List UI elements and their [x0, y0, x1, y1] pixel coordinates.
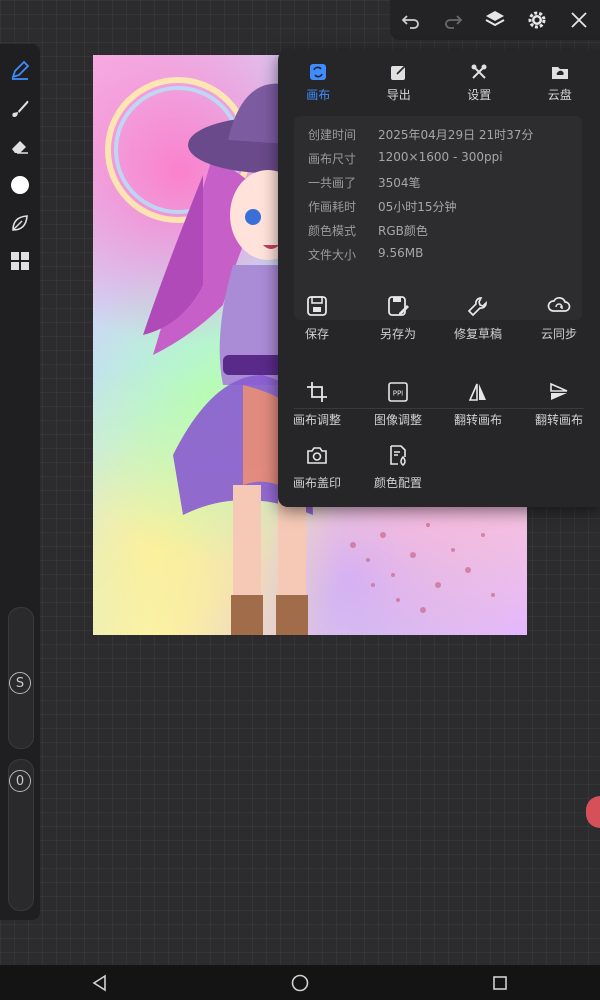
- info-key: 文件大小: [308, 248, 357, 262]
- tab-settings[interactable]: 设置: [444, 60, 514, 110]
- grid-blocks-icon: [11, 252, 29, 270]
- svg-text:PPI: PPI: [393, 390, 404, 398]
- left-toolbar: S 0: [0, 44, 40, 920]
- export-icon: [390, 64, 407, 80]
- action-label: 翻转画布: [534, 413, 583, 427]
- crop-icon: [307, 382, 327, 402]
- leaf-icon: [12, 215, 28, 231]
- tab-label: 画布: [306, 88, 331, 102]
- action-label: 保存: [304, 327, 329, 341]
- info-value: 05小时15分钟: [378, 200, 457, 214]
- save-button[interactable]: 保存: [277, 293, 357, 353]
- leaf-tool[interactable]: [6, 209, 34, 237]
- info-value: 2025年04月29日 21时37分: [378, 128, 534, 142]
- info-row-color-mode: 颜色模式 RGB颜色: [308, 222, 578, 242]
- save-as-button[interactable]: 另存为: [358, 293, 438, 353]
- info-row-time: 作画耗时 05小时15分钟: [308, 198, 578, 218]
- color-config-icon: [390, 445, 406, 466]
- flip-horizontal-icon: [468, 383, 486, 401]
- action-label: 图像调整: [373, 413, 422, 427]
- pen-tool[interactable]: [6, 56, 34, 84]
- canvas-info-box: 创建时间 2025年04月29日 21时37分 画布尺寸 1200×1600 -…: [294, 116, 582, 320]
- action-label: 修复草稿: [453, 327, 502, 341]
- action-label: 颜色配置: [373, 476, 422, 490]
- home-circle-icon: [291, 974, 309, 991]
- gear-icon: [528, 11, 546, 29]
- canvas-adjust-button[interactable]: 画布调整: [277, 379, 357, 439]
- flip-canvas-vertical-button[interactable]: 翻转画布: [519, 379, 599, 439]
- top-bar: [390, 0, 600, 40]
- materials-tool[interactable]: [6, 247, 34, 275]
- tab-export[interactable]: 导出: [364, 60, 434, 110]
- save-as-icon: [388, 296, 409, 316]
- redo-icon: [445, 15, 463, 29]
- info-row-created: 创建时间 2025年04月29日 21时37分: [308, 126, 578, 146]
- eraser-tool[interactable]: [6, 132, 34, 160]
- system-nav-bar: [0, 965, 600, 1000]
- cloud-sync-icon: [547, 297, 571, 312]
- info-row-strokes: 一共画了 3504笔: [308, 174, 578, 194]
- app-screen: S 0 画布 导出 设置 云盘 创建时间 2025年04月29日 21时37分 …: [0, 0, 600, 1000]
- canvas-icon: [310, 64, 327, 80]
- side-panel-handle[interactable]: [586, 796, 600, 828]
- eraser-icon: [12, 141, 28, 154]
- close-icon: [571, 12, 587, 28]
- tab-canvas[interactable]: 画布: [283, 60, 353, 110]
- smudge-tool[interactable]: [6, 94, 34, 122]
- tab-cloud-drive[interactable]: 云盘: [525, 60, 595, 110]
- camera-stamp-icon: [307, 447, 327, 464]
- info-key: 画布尺寸: [308, 152, 357, 166]
- info-row-size: 画布尺寸 1200×1600 - 300ppi: [308, 150, 578, 170]
- panel-tabs: 画布 导出 设置 云盘: [278, 60, 600, 110]
- info-key: 一共画了: [308, 176, 357, 190]
- info-key: 创建时间: [308, 128, 357, 142]
- tab-label: 设置: [467, 88, 492, 102]
- nav-back-button[interactable]: [85, 968, 115, 998]
- nav-home-button[interactable]: [285, 968, 315, 998]
- action-label: 翻转画布: [453, 413, 502, 427]
- flip-vertical-icon: [550, 382, 568, 400]
- info-key: 颜色模式: [308, 224, 357, 238]
- opacity-knob[interactable]: 0: [9, 770, 31, 792]
- repair-draft-button[interactable]: 修复草稿: [438, 293, 518, 353]
- undo-button[interactable]: [396, 5, 426, 35]
- redo-button[interactable]: [438, 5, 468, 35]
- undo-icon: [401, 15, 419, 29]
- info-key: 作画耗时: [308, 200, 357, 214]
- action-label: 云同步: [540, 327, 577, 341]
- cloud-sync-button[interactable]: 云同步: [519, 293, 599, 353]
- layers-icon: [485, 11, 505, 27]
- action-label: 画布盖印: [292, 476, 341, 490]
- back-triangle-icon: [92, 974, 106, 991]
- save-icon: [307, 296, 327, 316]
- color-config-button[interactable]: 颜色配置: [358, 442, 438, 502]
- info-value: 3504笔: [378, 176, 421, 190]
- action-label: 另存为: [379, 327, 416, 341]
- recents-square-icon: [493, 975, 507, 990]
- smudge-brush-icon: [12, 100, 29, 117]
- flip-canvas-horizontal-button[interactable]: 翻转画布: [438, 379, 518, 439]
- tab-label: 云盘: [547, 88, 572, 102]
- color-picker-tool[interactable]: [6, 171, 34, 199]
- cloud-folder-icon: [551, 67, 568, 79]
- image-adjust-button[interactable]: PPI 图像调整: [358, 379, 438, 439]
- canvas-info-panel: 画布 导出 设置 云盘 创建时间 2025年04月29日 21时37分 画布尺寸…: [278, 50, 600, 507]
- tab-label: 导出: [386, 88, 411, 102]
- nav-recents-button[interactable]: [485, 968, 515, 998]
- settings-button[interactable]: [522, 5, 552, 35]
- brush-size-knob[interactable]: S: [9, 672, 31, 694]
- layers-button[interactable]: [480, 5, 510, 35]
- ppi-icon: PPI: [388, 382, 408, 402]
- settings-tools-icon: [471, 64, 487, 79]
- close-button[interactable]: [564, 5, 594, 35]
- info-value: 1200×1600 - 300ppi: [378, 150, 503, 164]
- current-color-swatch: [11, 176, 29, 194]
- info-row-file-size: 文件大小 9.56MB: [308, 246, 578, 266]
- canvas-stamp-button[interactable]: 画布盖印: [277, 442, 357, 502]
- info-value: RGB颜色: [378, 224, 428, 238]
- action-label: 画布调整: [292, 413, 341, 427]
- info-value: 9.56MB: [378, 246, 424, 260]
- repair-wrench-icon: [467, 297, 487, 317]
- pen-icon: [11, 60, 30, 80]
